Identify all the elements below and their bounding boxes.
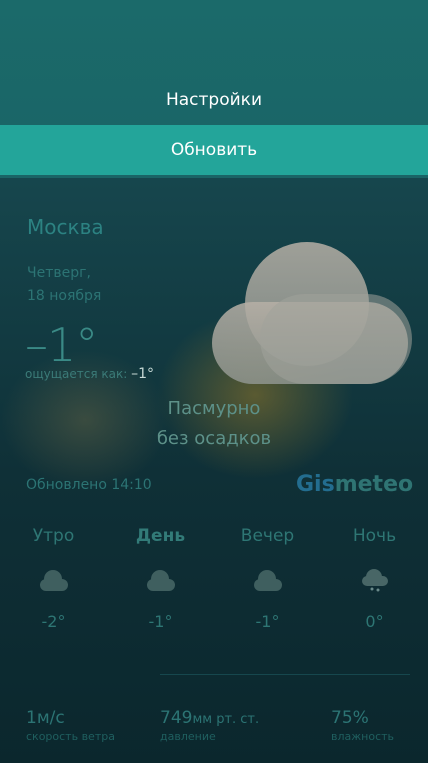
- date: 18 ноября: [27, 288, 102, 304]
- divider: [160, 674, 410, 675]
- period-evening: Вечер -1°: [214, 526, 321, 631]
- gismeteo-logo: Gismeteo: [296, 472, 414, 497]
- feels-like-value: –1°: [131, 366, 155, 382]
- feels-like: ощущается как: –1°: [25, 366, 154, 382]
- wind-label: скорость ветра: [26, 730, 115, 743]
- humidity-stat: 75% влажность: [331, 708, 394, 743]
- current-temperature: –1°: [25, 318, 98, 372]
- city-name: Москва: [27, 215, 104, 239]
- period-morning: Утро -2°: [0, 526, 107, 631]
- period-label: Ночь: [352, 526, 397, 546]
- period-temperature: 0°: [365, 612, 384, 631]
- update-button[interactable]: Обновить: [0, 125, 428, 175]
- period-temperature: -1°: [255, 612, 280, 631]
- pressure-unit: мм рт. ст.: [192, 712, 260, 727]
- updated-time: Обновлено 14:10: [26, 477, 152, 493]
- menu-panel: Настройки Обновить: [0, 0, 428, 178]
- pressure-label: давление: [160, 730, 216, 743]
- wind-value: 1м/с: [26, 708, 65, 728]
- cloud-icon: [253, 570, 282, 591]
- humidity-value: 75%: [331, 708, 369, 728]
- pressure-value-line: 749мм рт. ст.: [160, 708, 259, 728]
- period-label: День: [135, 526, 186, 546]
- cloud-icon: [39, 570, 68, 591]
- period-temperature: -2°: [41, 612, 66, 631]
- pressure-value: 749: [160, 708, 193, 728]
- period-label: Вечер: [240, 526, 295, 546]
- period-temperature: -1°: [148, 612, 173, 631]
- pressure-stat: 749мм рт. ст. давление: [160, 708, 259, 743]
- feels-like-label: ощущается как:: [25, 367, 128, 381]
- humidity-label: влажность: [331, 730, 395, 743]
- cloud-icon: [146, 570, 175, 591]
- weather-screen: Москва Четверг, 18 ноября –1° ощущается …: [0, 0, 428, 763]
- period-night: Ночь 0°: [321, 526, 428, 631]
- day-name: Четверг,: [27, 265, 91, 281]
- condition-line-1: Пасмурно: [167, 398, 261, 419]
- period-label: Утро: [32, 526, 75, 546]
- cloud-snow-icon: [361, 569, 388, 592]
- wind-stat: 1м/с скорость ветра: [26, 708, 115, 743]
- cloud-icon: [212, 242, 412, 384]
- condition-line-2: без осадков: [156, 428, 272, 449]
- period-day: День -1°: [107, 526, 214, 631]
- settings-button[interactable]: Настройки: [0, 78, 428, 122]
